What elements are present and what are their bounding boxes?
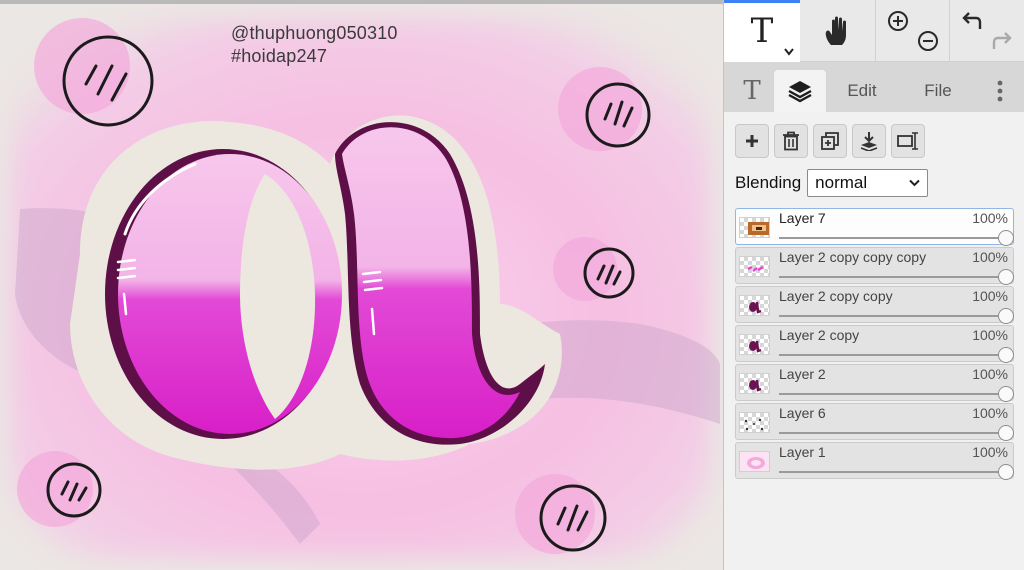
delete-layer-button[interactable] (774, 124, 808, 158)
layer-name: Layer 7 (779, 210, 826, 226)
layer-row[interactable]: Layer 2 copy copy 100% (735, 286, 1014, 324)
layer-opacity-label: 100% (972, 405, 1008, 421)
zoom-controls (876, 0, 950, 62)
chevron-down-icon (909, 179, 920, 187)
slider-knob[interactable] (998, 308, 1014, 324)
layer-thumbnail[interactable] (739, 217, 770, 238)
trash-icon (783, 131, 799, 151)
merge-down-button[interactable] (852, 124, 886, 158)
slider-knob[interactable] (998, 269, 1014, 285)
slider-track (779, 315, 1006, 317)
layers-panel: Blending normal Layer 7 100% Layer 2 copy … (724, 112, 1024, 570)
watermark-hashtag: #hoidap247 (231, 46, 328, 66)
panel-tabs: T Edit File (724, 62, 1024, 112)
tab-text[interactable]: T (732, 70, 772, 112)
more-vertical-icon (997, 80, 1003, 102)
blending-label: Blending (735, 173, 802, 192)
layer-thumbnail[interactable] (739, 256, 770, 277)
text-tool-button[interactable]: T (724, 0, 800, 62)
slider-track (779, 276, 1006, 278)
layer-opacity-slider[interactable] (779, 230, 1014, 246)
chevron-down-icon[interactable] (784, 48, 794, 56)
tab-edit[interactable]: Edit (832, 70, 892, 112)
side-panel: T T Edit File Blending normal Layer 7 10… (723, 0, 1024, 570)
layer-thumbnail[interactable] (739, 295, 770, 316)
zoom-in-icon[interactable] (886, 9, 910, 33)
layer-name: Layer 2 copy copy copy (779, 249, 927, 265)
slider-knob[interactable] (998, 230, 1014, 246)
resize-icon (897, 132, 918, 150)
layer-row[interactable]: Layer 2 copy copy copy 100% (735, 247, 1014, 285)
layer-opacity-slider[interactable] (779, 425, 1014, 441)
layer-opacity-slider[interactable] (779, 347, 1014, 363)
layer-actions (735, 124, 925, 158)
slider-track (779, 237, 1006, 239)
layer-row[interactable]: Layer 6 100% (735, 403, 1014, 441)
layer-list: Layer 7 100% Layer 2 copy copy copy 100% Lay… (735, 208, 1014, 481)
slider-track (779, 432, 1006, 434)
watermark-username: @thuphuong050310 (231, 23, 398, 43)
undo-icon[interactable] (960, 9, 984, 33)
layer-opacity-slider[interactable] (779, 464, 1014, 480)
layer-opacity-label: 100% (972, 249, 1008, 265)
layer-name: Layer 6 (779, 405, 826, 421)
zoom-out-icon[interactable] (916, 29, 940, 53)
layer-row[interactable]: Layer 2 copy 100% (735, 325, 1014, 363)
layer-opacity-label: 100% (972, 327, 1008, 343)
blending-row: Blending normal (735, 168, 929, 198)
blending-select[interactable]: normal (807, 169, 929, 197)
layer-thumbnail[interactable] (739, 451, 770, 472)
redo-icon[interactable] (990, 29, 1014, 53)
app-window: @thuphuong050310 #hoidap247 T T Edit Fil… (0, 0, 1024, 570)
slider-knob[interactable] (998, 347, 1014, 363)
tab-file[interactable]: File (910, 70, 966, 112)
drawing-canvas[interactable]: @thuphuong050310 #hoidap247 (0, 0, 723, 570)
hand-icon (825, 16, 846, 45)
layer-opacity-slider[interactable] (779, 269, 1014, 285)
layers-icon (788, 81, 812, 103)
layer-thumbnail[interactable] (739, 373, 770, 394)
layer-opacity-label: 100% (972, 444, 1008, 460)
slider-track (779, 393, 1006, 395)
layer-name: Layer 2 copy copy (779, 288, 893, 304)
layer-opacity-label: 100% (972, 288, 1008, 304)
toolbar: T (724, 0, 1024, 62)
layer-name: Layer 2 (779, 366, 826, 382)
layer-row[interactable]: Layer 7 100% (735, 208, 1014, 246)
layer-name: Layer 2 copy (779, 327, 860, 343)
layer-name: Layer 1 (779, 444, 826, 460)
history-controls (950, 0, 1024, 62)
layer-thumbnail[interactable] (739, 334, 770, 355)
text-tab-icon: T (743, 76, 761, 106)
layer-row[interactable]: Layer 1 100% (735, 442, 1014, 480)
layer-thumbnail[interactable] (739, 412, 770, 433)
text-tool-icon: T (750, 10, 774, 51)
layer-opacity-label: 100% (972, 366, 1008, 382)
add-layer-button[interactable] (735, 124, 769, 158)
slider-track (779, 354, 1006, 356)
more-menu-button[interactable] (988, 70, 1012, 112)
duplicate-layer-button[interactable] (813, 124, 847, 158)
artwork[interactable] (0, 4, 723, 570)
layer-opacity-label: 100% (972, 210, 1008, 226)
tab-layers[interactable] (774, 70, 826, 112)
slider-knob[interactable] (998, 386, 1014, 402)
layer-opacity-slider[interactable] (779, 308, 1014, 324)
layer-opacity-slider[interactable] (779, 386, 1014, 402)
slider-track (779, 471, 1006, 473)
resize-layer-button[interactable] (891, 124, 925, 158)
plus-icon (746, 135, 758, 147)
duplicate-icon (821, 132, 839, 150)
hand-tool-button[interactable] (800, 0, 876, 62)
blending-value: normal (815, 173, 868, 192)
merge-down-icon (860, 132, 878, 151)
layer-row[interactable]: Layer 2 100% (735, 364, 1014, 402)
slider-knob[interactable] (998, 425, 1014, 441)
slider-knob[interactable] (998, 464, 1014, 480)
